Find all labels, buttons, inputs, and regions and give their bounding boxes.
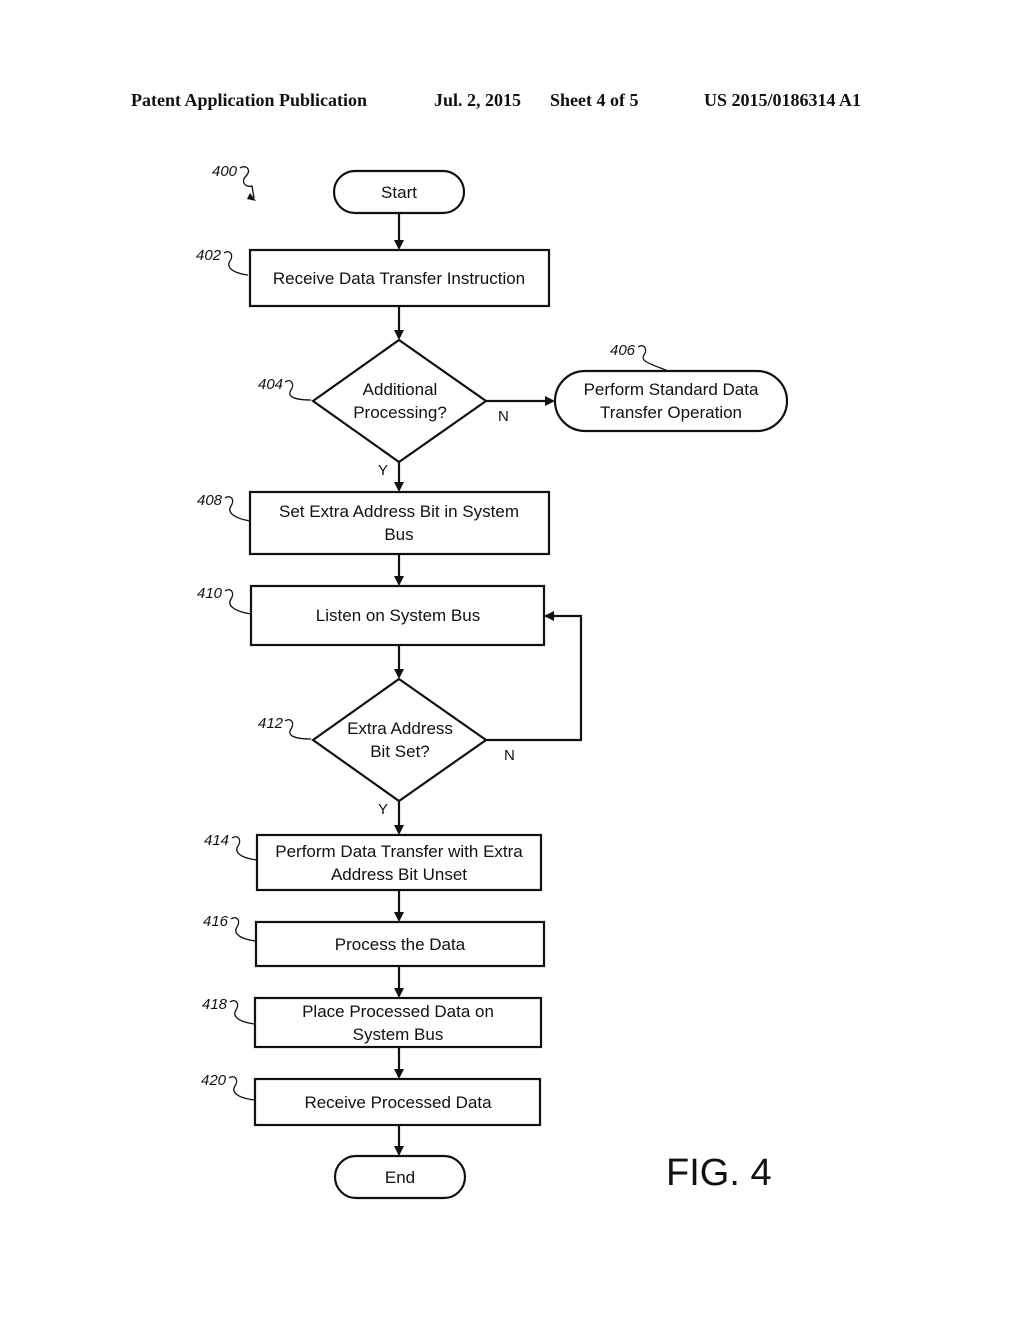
step-406-line2: Transfer Operation — [600, 403, 742, 422]
step-408-line1: Set Extra Address Bit in System — [279, 502, 519, 521]
figure-label: FIG. 4 — [666, 1152, 772, 1194]
ref-416: 416 — [203, 913, 229, 930]
decision-404-yes-label: Y — [378, 462, 388, 479]
end-label: End — [385, 1168, 415, 1187]
decision-404 — [311, 338, 488, 464]
ref-404-leader — [284, 380, 312, 401]
ref-408-leader — [224, 496, 251, 522]
decision-404-no-label: N — [498, 408, 509, 425]
ref-400: 400 — [212, 163, 238, 180]
step-418-line2: System Bus — [353, 1025, 444, 1044]
ref-418: 418 — [202, 996, 228, 1013]
ref-410-leader — [224, 589, 252, 615]
ref-414: 414 — [204, 832, 229, 849]
decision-412-yes-label: Y — [378, 801, 388, 818]
ref-402-leader — [223, 251, 249, 276]
ref-412-leader — [284, 719, 312, 740]
ref-402: 402 — [196, 247, 222, 264]
decision-412-line2: Bit Set? — [370, 742, 430, 761]
ref-404: 404 — [258, 376, 283, 393]
step-402-label: Receive Data Transfer Instruction — [273, 269, 525, 288]
step-414-line1: Perform Data Transfer with Extra — [275, 842, 523, 861]
step-420-label: Receive Processed Data — [304, 1093, 492, 1112]
ref-416-leader — [230, 917, 257, 942]
start-label: Start — [381, 183, 417, 202]
decision-404-line1: Additional — [363, 380, 438, 399]
ref-408: 408 — [197, 492, 223, 509]
ref-420: 420 — [201, 1072, 227, 1089]
flowchart: 400 Start 402 Receive Data Transfer Inst… — [196, 163, 789, 1200]
ref-418-leader — [229, 1000, 256, 1025]
ref-400-arrow-icon — [247, 193, 256, 201]
ref-400-leader — [239, 166, 255, 199]
ref-410: 410 — [197, 585, 223, 602]
step-410-label: Listen on System Bus — [316, 606, 480, 625]
ref-414-leader — [231, 836, 258, 861]
ref-412: 412 — [258, 715, 284, 732]
ref-420-leader — [228, 1076, 256, 1101]
ref-406: 406 — [610, 342, 636, 359]
decision-412-no-label: N — [504, 747, 515, 764]
decision-412 — [311, 677, 488, 803]
step-408-line2: Bus — [384, 525, 413, 544]
decision-404-line2: Processing? — [353, 403, 447, 422]
step-418-line1: Place Processed Data on — [302, 1002, 494, 1021]
step-416-label: Process the Data — [335, 935, 466, 954]
step-406-line1: Perform Standard Data — [584, 380, 759, 399]
decision-412-line1: Extra Address — [347, 719, 453, 738]
ref-406-leader — [637, 345, 669, 372]
step-414-line2: Address Bit Unset — [331, 865, 467, 884]
